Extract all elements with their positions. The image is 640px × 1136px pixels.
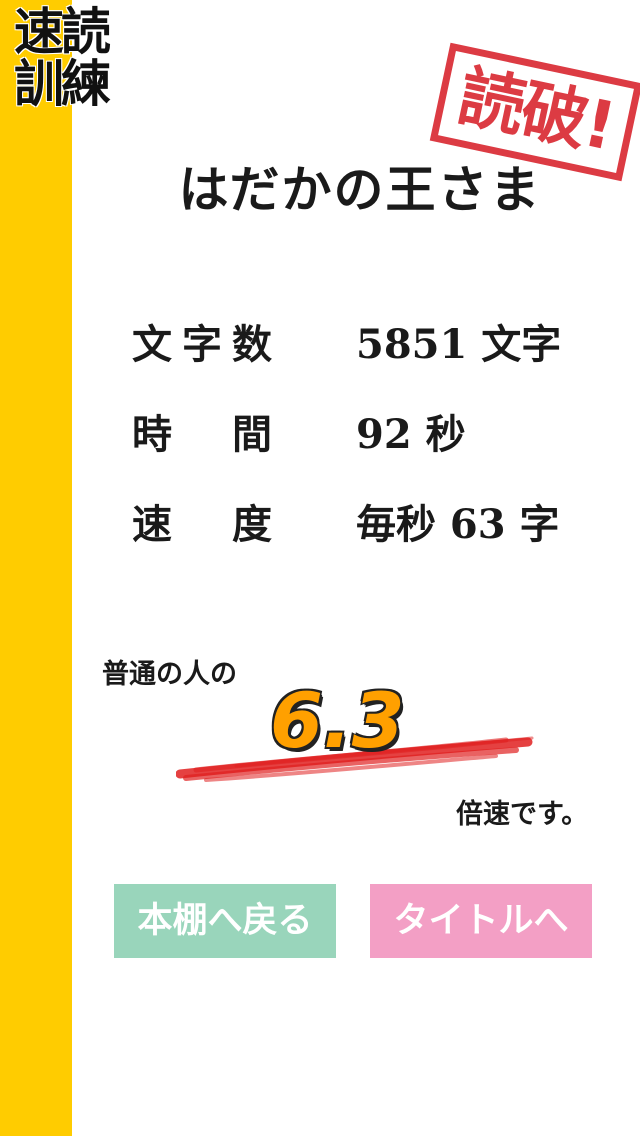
- stat-value: 5851 文字: [356, 321, 562, 368]
- app-logo-line-2: 訓練: [14, 55, 111, 113]
- speed-multiplier: 6.3: [270, 676, 405, 765]
- reading-stats: 文字数 5851 文字 時間 92 秒 速度 毎秒 63 字: [132, 312, 602, 582]
- comparison-suffix: 倍速です。: [456, 799, 589, 830]
- app-logo: 速読 訓練: [14, 6, 134, 110]
- back-to-bookshelf-button[interactable]: 本棚へ戻る: [114, 884, 336, 958]
- stat-row-time: 時間 92 秒: [132, 402, 602, 492]
- stat-label: 時間: [132, 411, 272, 458]
- stat-label: 文字数: [132, 321, 272, 368]
- stat-row-characters: 文字数 5851 文字: [132, 312, 602, 402]
- comparison-prefix: 普通の人の: [102, 659, 237, 690]
- app-logo-line-1: 速読: [14, 3, 111, 61]
- stat-value: 92 秒: [356, 411, 466, 458]
- stat-label: 速度: [132, 501, 272, 548]
- stat-value: 毎秒 63 字: [356, 501, 560, 548]
- to-title-button[interactable]: タイトルへ: [370, 884, 592, 958]
- stat-row-speed: 速度 毎秒 63 字: [132, 492, 602, 582]
- yellow-sidebar: [0, 0, 72, 1136]
- book-title: はだかの王さま: [178, 160, 542, 219]
